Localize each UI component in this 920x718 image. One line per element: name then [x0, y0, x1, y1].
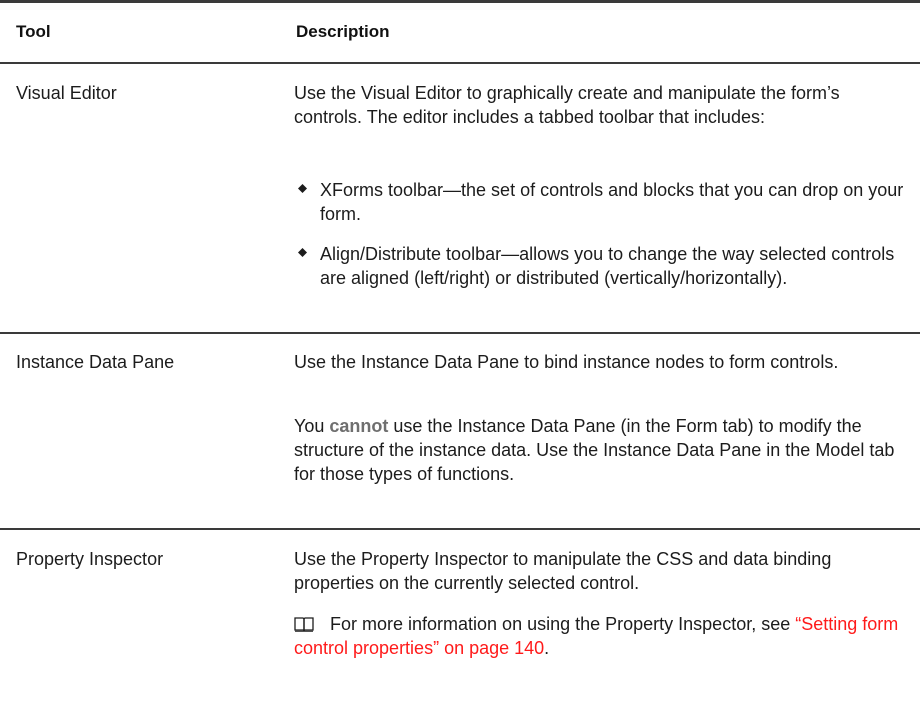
table-top-rule — [0, 0, 920, 3]
emphasis-text: cannot — [329, 416, 389, 436]
tools-table: Tool Description Visual Editor Use the V… — [0, 0, 920, 718]
list-item: XForms toolbar—the set of controls and b… — [296, 178, 906, 226]
row-tool-visual-editor: Visual Editor — [16, 83, 117, 103]
header-rule — [0, 62, 920, 64]
diamond-bullet-icon — [298, 184, 307, 193]
note-text: For more information on using the Proper… — [330, 614, 796, 634]
list-item: Align/Distribute toolbar—allows you to c… — [296, 242, 906, 290]
row-rule — [0, 528, 920, 530]
text-run: You — [294, 416, 330, 436]
text-run: . — [544, 638, 550, 658]
header-tool: Tool — [16, 22, 51, 41]
header-description: Description — [296, 22, 390, 41]
paragraph: Use the Property Inspector to manipulate… — [294, 549, 832, 593]
row-tool-instance-data-pane: Instance Data Pane — [16, 352, 175, 372]
note-paragraph: For more information on using the Proper… — [294, 612, 906, 660]
row-tool-property-inspector: Property Inspector — [16, 549, 164, 569]
bullet-text: Align/Distribute toolbar—allows you to c… — [320, 244, 895, 288]
row-desc-instance-data-pane: Use the Instance Data Pane to bind insta… — [294, 350, 906, 374]
paragraph: You cannot use the Instance Data Pane (i… — [294, 414, 906, 486]
note-block: For more information on using the Proper… — [294, 612, 906, 660]
paragraph: Use the Visual Editor to graphically cre… — [294, 83, 840, 127]
diamond-bullet-icon — [298, 248, 307, 257]
bullet-text: XForms toolbar—the set of controls and b… — [320, 180, 904, 224]
row-desc-property-inspector: Use the Property Inspector to manipulate… — [294, 547, 906, 595]
book-icon — [294, 617, 314, 632]
row-desc-visual-editor: Use the Visual Editor to graphically cre… — [294, 81, 906, 129]
row-rule — [0, 332, 920, 334]
row-desc-instance-data-pane-2: You cannot use the Instance Data Pane (i… — [294, 414, 906, 486]
paragraph: Use the Instance Data Pane to bind insta… — [294, 352, 839, 372]
